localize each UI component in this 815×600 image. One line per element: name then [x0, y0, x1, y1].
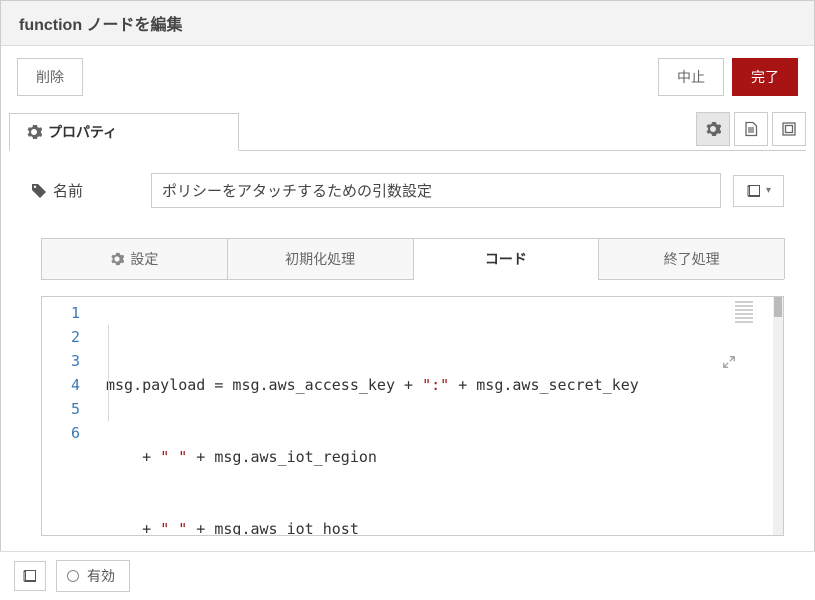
- line-number: 6: [42, 421, 80, 445]
- done-button[interactable]: 完了: [732, 58, 798, 96]
- code-line: + " " + msg.aws_iot_region: [106, 445, 777, 469]
- circle-icon: [67, 570, 79, 582]
- tab-finalize-label: 終了処理: [664, 249, 720, 269]
- editor-scrollbar[interactable]: [773, 297, 783, 535]
- tab-finalize[interactable]: 終了処理: [598, 238, 785, 279]
- name-label: 名前: [31, 180, 151, 201]
- done-button-label: 完了: [751, 67, 779, 87]
- cancel-button-label: 中止: [677, 67, 705, 87]
- function-tabs: 設定 初期化処理 コード 終了処理: [41, 238, 784, 280]
- node-description-button[interactable]: [734, 112, 768, 146]
- enabled-label: 有効: [87, 566, 115, 586]
- tab-func-label: コード: [485, 249, 527, 269]
- line-number: 3: [42, 349, 80, 373]
- caret-down-icon: ▾: [766, 185, 771, 196]
- delete-button[interactable]: 削除: [17, 58, 83, 96]
- tab-properties[interactable]: プロパティ: [9, 113, 239, 151]
- code-editor[interactable]: 1 2 3 4 5 6 msg.payload = msg.aws_access…: [41, 296, 784, 536]
- dialog-title-text: function ノードを編集: [19, 17, 183, 34]
- library-footer-button[interactable]: [14, 561, 46, 591]
- gear-icon: [705, 121, 721, 137]
- line-number: 1: [42, 301, 80, 325]
- node-appearance-button[interactable]: [772, 112, 806, 146]
- document-icon: [743, 121, 759, 137]
- code-content[interactable]: msg.payload = msg.aws_access_key + ":" +…: [90, 297, 783, 535]
- tab-init-label: 初期化処理: [285, 249, 355, 269]
- tab-setup-label: 設定: [130, 249, 158, 269]
- name-label-text: 名前: [53, 180, 83, 201]
- code-line: msg.payload = msg.aws_access_key + ":" +…: [106, 373, 777, 397]
- footer: 有効: [0, 551, 815, 600]
- cancel-button[interactable]: 中止: [658, 58, 724, 96]
- code-gutter: 1 2 3 4 5 6: [42, 297, 90, 535]
- name-input[interactable]: [151, 173, 721, 208]
- expand-editor-icon[interactable]: [718, 303, 777, 421]
- line-number: 4: [42, 373, 80, 397]
- book-icon: [746, 183, 762, 199]
- tab-func[interactable]: コード: [413, 238, 600, 279]
- code-line: + " " + msg.aws_iot_host: [106, 517, 777, 535]
- node-settings-button[interactable]: [696, 112, 730, 146]
- tab-properties-label: プロパティ: [48, 122, 117, 142]
- enabled-toggle[interactable]: 有効: [56, 560, 130, 592]
- name-field-row: 名前 ▾: [31, 173, 784, 208]
- line-number: 5: [42, 397, 80, 421]
- library-button[interactable]: ▾: [733, 175, 784, 207]
- layout-icon: [781, 121, 797, 137]
- gear-icon: [26, 124, 42, 140]
- dialog-title: function ノードを編集: [1, 1, 814, 46]
- scrollbar-thumb[interactable]: [774, 297, 782, 317]
- tab-init[interactable]: 初期化処理: [227, 238, 414, 279]
- line-number: 2: [42, 325, 80, 349]
- gear-icon: [110, 252, 124, 266]
- book-icon: [22, 568, 38, 584]
- delete-button-label: 削除: [36, 67, 64, 87]
- form-area: 名前 ▾: [1, 151, 814, 230]
- tab-setup[interactable]: 設定: [41, 238, 228, 279]
- tag-icon: [31, 183, 47, 199]
- editor-tabs: プロパティ: [9, 112, 806, 151]
- top-button-row: 削除 中止 完了: [1, 46, 814, 112]
